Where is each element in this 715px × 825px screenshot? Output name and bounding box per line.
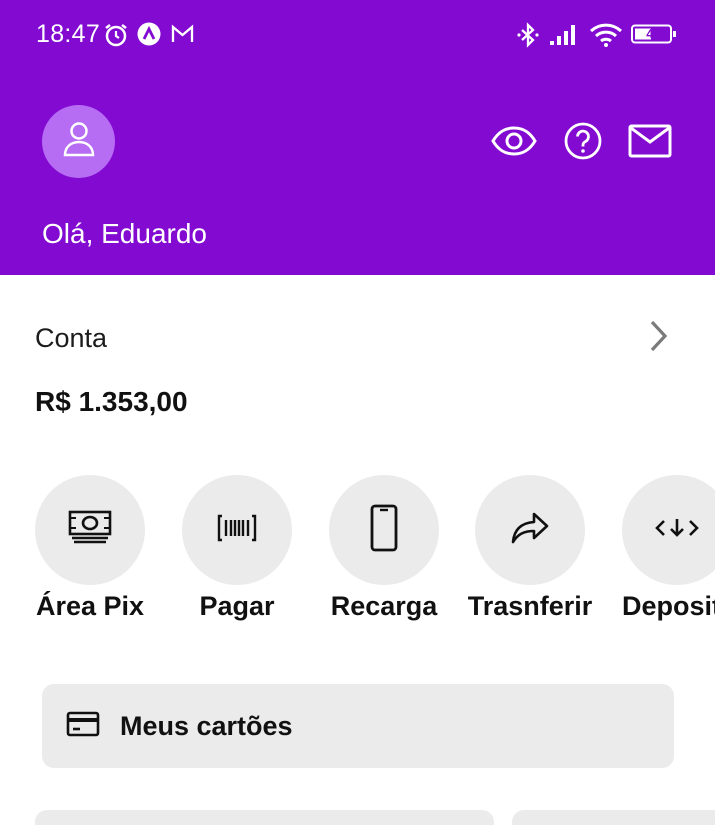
action-circle (622, 475, 715, 585)
messages-button[interactable] (627, 120, 673, 166)
action-label: Trasnferir (467, 591, 593, 621)
my-cards-label: Meus cartões (120, 710, 293, 741)
action-label: Área Pix (35, 591, 145, 621)
chevron-right-icon[interactable] (646, 318, 672, 359)
share-arrow-icon (510, 510, 550, 551)
eye-icon (491, 125, 537, 161)
wifi-icon (589, 22, 623, 53)
help-button[interactable] (560, 120, 606, 166)
mail-icon (628, 124, 672, 163)
alarm-icon (103, 22, 129, 53)
action-pagar[interactable]: Pagar (182, 475, 292, 625)
bottom-card-left[interactable] (35, 810, 494, 825)
bluetooth-icon (515, 22, 541, 53)
account-balance: R$ 1.353,00 (35, 386, 188, 417)
signal-icon (549, 22, 581, 53)
status-time: 18:47 (36, 20, 101, 48)
header: 18:47 41 Olá, Eduardo (0, 0, 715, 275)
action-recarga[interactable]: Recarga (329, 475, 439, 625)
bottom-card-right[interactable] (512, 810, 715, 825)
pix-money-icon (67, 509, 113, 552)
action-area-pix[interactable]: Área Pix (35, 475, 145, 625)
deposit-icon (654, 514, 700, 547)
action-circle (475, 475, 585, 585)
toggle-visibility-button[interactable] (491, 120, 537, 166)
action-deposit[interactable]: Deposit (622, 475, 715, 625)
credit-card-icon (66, 710, 100, 743)
barcode-icon (217, 512, 257, 549)
greeting: Olá, Eduardo (42, 218, 207, 249)
phone-icon (370, 504, 398, 557)
avatar[interactable] (42, 105, 115, 178)
account-section[interactable]: Conta (0, 275, 715, 445)
user-icon (62, 121, 96, 162)
action-label: Pagar (199, 591, 275, 621)
action-circle (35, 475, 145, 585)
action-label: Deposit (622, 591, 715, 621)
action-label: Recarga (330, 591, 438, 621)
battery-level: 41 (646, 26, 662, 41)
status-bar: 18:47 41 (0, 0, 715, 70)
action-transferir[interactable]: Trasnferir (468, 475, 592, 625)
gmail-icon (170, 22, 195, 51)
app-notification-icon (137, 22, 161, 51)
account-label: Conta (35, 323, 108, 353)
action-circle (329, 475, 439, 585)
action-circle (182, 475, 292, 585)
help-icon (564, 122, 602, 165)
my-cards-button[interactable]: Meus cartões (42, 684, 674, 768)
